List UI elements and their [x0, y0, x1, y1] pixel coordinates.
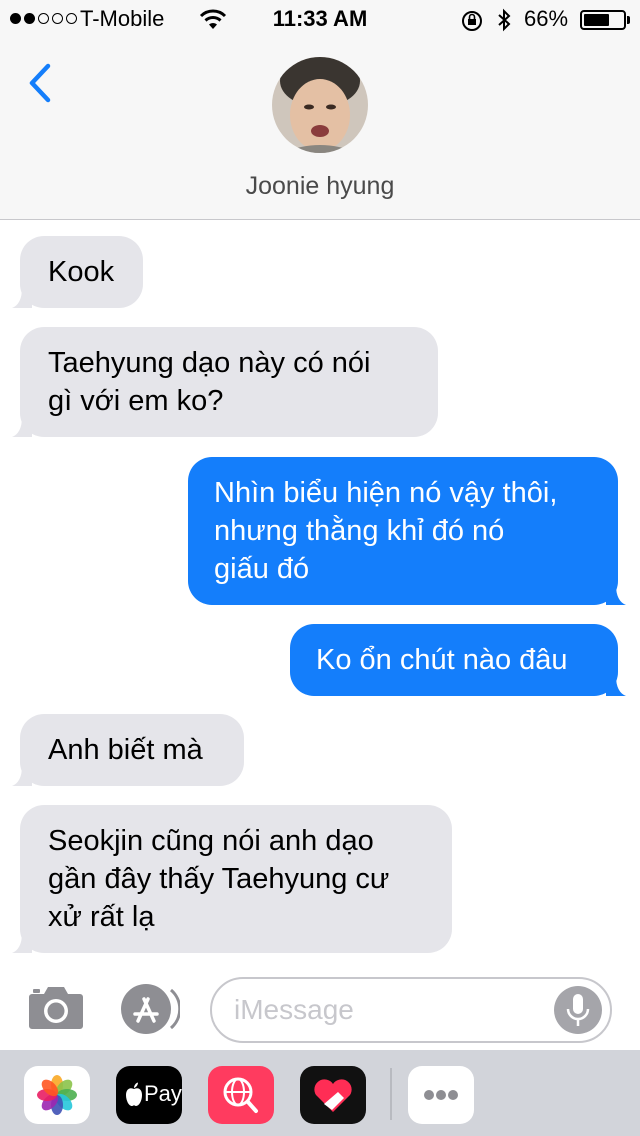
incoming-message-bubble[interactable]: Seokjin cũng nói anh dạo gần đây thấy Ta…	[12, 805, 452, 953]
message-composer: iMessage	[0, 962, 640, 1050]
orientation-lock-icon	[462, 11, 482, 31]
message-text-line: nhưng thằng khỉ đó nó	[214, 515, 505, 547]
app-store-icon[interactable]	[118, 981, 180, 1037]
incoming-message-bubble[interactable]: Taehyung dạo này có nói gì với em ko?	[12, 327, 438, 437]
message-text-line: Taehyung dạo này có nói	[48, 347, 371, 379]
conversation-header: Joonie hyung	[0, 40, 640, 220]
message-text: Ko ổn chút nào đâu	[316, 644, 568, 676]
more-apps-button[interactable]	[408, 1066, 474, 1124]
message-text: Kook	[48, 256, 115, 288]
apple-pay-button[interactable]: Pay	[116, 1066, 182, 1124]
battery-percentage: 66%	[524, 6, 569, 31]
apple-logo-icon	[126, 1082, 142, 1106]
message-text-line: gần đây thấy Taehyung cư	[48, 863, 390, 895]
outgoing-message-bubble[interactable]: Ko ổn chút nào đâu	[290, 624, 626, 696]
contact-avatar[interactable]	[272, 57, 368, 153]
apple-pay-label: Pay	[144, 1081, 182, 1106]
message-text-line: Seokjin cũng nói anh dạo	[48, 825, 374, 857]
photos-app-button[interactable]	[24, 1066, 90, 1124]
app-drawer: Pay	[0, 1050, 640, 1136]
globe-search-icon	[223, 1077, 258, 1113]
microphone-icon	[566, 994, 590, 1026]
battery-icon	[580, 10, 630, 30]
contact-name[interactable]: Joonie hyung	[0, 172, 640, 201]
status-bar: T-Mobile 11:33 AM 66%	[0, 0, 640, 40]
message-text-line: gì với em ko?	[48, 385, 224, 417]
battery-fill	[584, 14, 609, 26]
heart-hands-icon	[314, 1079, 352, 1112]
tray-divider	[390, 1068, 392, 1120]
camera-icon[interactable]	[28, 984, 84, 1030]
incoming-message-bubble[interactable]: Kook	[12, 236, 143, 308]
ellipsis-icon	[424, 1090, 458, 1100]
imessage-placeholder: iMessage	[234, 994, 354, 1025]
message-text: Anh biết mà	[48, 734, 203, 766]
outgoing-message-bubble[interactable]: Nhìn biểu hiện nó vậy thôi, nhưng thằng …	[188, 457, 626, 605]
web-search-app-button[interactable]	[208, 1066, 274, 1124]
avatar-photo-icon	[272, 57, 368, 153]
message-text-line: xử rất lạ	[48, 901, 155, 933]
back-chevron-icon[interactable]	[24, 58, 64, 108]
bluetooth-icon	[498, 8, 511, 32]
message-text-line: giấu đó	[214, 553, 310, 585]
microphone-button[interactable]	[554, 986, 602, 1034]
imessage-input[interactable]: iMessage	[210, 977, 612, 1043]
message-text-line: Nhìn biểu hiện nó vậy thôi,	[214, 477, 558, 509]
digital-touch-app-button[interactable]	[300, 1066, 366, 1124]
photos-icon	[37, 1075, 77, 1115]
incoming-message-bubble[interactable]: Anh biết mà	[12, 714, 244, 786]
